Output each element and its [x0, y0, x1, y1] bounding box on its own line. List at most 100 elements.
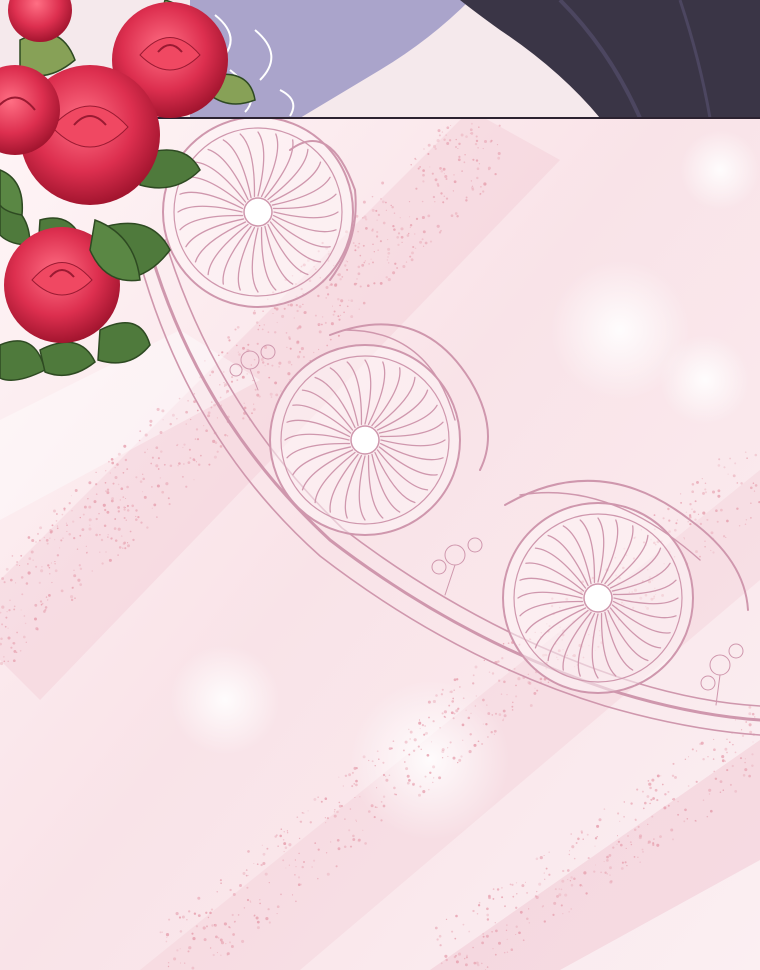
sparkle-dot: [515, 906, 518, 909]
sparkle-dot: [423, 733, 426, 736]
sparkle-dot: [95, 471, 97, 474]
sparkle-dot: [143, 495, 147, 499]
sparkle-dot: [205, 429, 208, 433]
sparkle-dot: [239, 884, 242, 887]
sparkle-dot: [486, 704, 488, 706]
sparkle-dot: [156, 484, 160, 488]
sparkle-dot: [350, 315, 354, 319]
sparkle-dot: [348, 829, 351, 832]
sparkle-dot: [47, 564, 50, 567]
sparkle-dot: [243, 907, 246, 909]
sparkle-dot: [571, 845, 575, 849]
sparkle-dot: [105, 470, 107, 472]
sparkle-dot: [617, 840, 621, 843]
sparkle-dot: [468, 930, 471, 933]
sparkle-dot: [569, 880, 572, 882]
sparkle-dot: [371, 195, 374, 198]
sparkle-dot: [600, 871, 602, 874]
sparkle-dot: [429, 166, 431, 168]
sparkle-dot: [482, 698, 485, 702]
sparkle-dot: [216, 952, 218, 954]
sparkle-dot: [294, 859, 297, 861]
sparkle-dot: [178, 462, 181, 465]
sparkle-dot: [633, 828, 637, 832]
sparkle-dot: [687, 756, 690, 758]
sparkle-dot: [744, 758, 746, 760]
sparkle-dot: [393, 228, 396, 231]
sparkle-dot: [303, 311, 307, 314]
sparkle-dot: [475, 139, 479, 143]
sparkle-dot: [488, 671, 491, 673]
sparkle-dot: [670, 828, 674, 832]
sparkle-dot: [664, 793, 667, 796]
sparkle-dot: [346, 268, 349, 271]
sparkle-dot: [1, 623, 4, 626]
sparkle-dot: [405, 261, 408, 263]
sparkle-dot: [494, 922, 496, 924]
sparkle-dot: [165, 933, 170, 937]
sparkle-dot: [543, 920, 546, 923]
sparkle-dot: [88, 518, 92, 522]
sparkle-dot: [442, 167, 446, 171]
sparkle-dot: [668, 530, 671, 533]
sparkle-dot: [414, 247, 417, 250]
sparkle-dot: [74, 597, 76, 599]
sparkle-dot: [477, 146, 479, 149]
sparkle-dot: [679, 493, 682, 495]
sparkle-dot: [656, 843, 660, 847]
sparkle-dot: [625, 847, 627, 849]
sparkle-dot: [422, 230, 426, 234]
sparkle-dot: [392, 224, 395, 228]
sparkle-dot: [150, 462, 153, 465]
sparkle-dot: [417, 745, 420, 748]
sparkle-dot: [38, 581, 41, 584]
sparkle-dot: [70, 495, 72, 497]
sparkle-dot: [196, 438, 200, 441]
sparkle-dot: [265, 917, 269, 921]
sparkle-dot: [701, 478, 703, 480]
sparkle-dot: [263, 324, 265, 326]
sparkle-dot: [325, 297, 328, 299]
sparkle-dot: [498, 941, 501, 945]
sparkle-dot: [723, 466, 726, 469]
sparkle-dot: [448, 704, 451, 707]
sparkle-dot: [338, 318, 341, 321]
sparkle-dot: [672, 838, 674, 841]
sparkle-dot: [708, 793, 711, 795]
sparkle-dot: [168, 503, 171, 506]
sparkle-dot: [552, 913, 555, 917]
sparkle-dot: [465, 199, 468, 202]
sparkle-dot: [268, 921, 271, 924]
sparkle-dot: [125, 519, 128, 521]
sparkle-dot: [689, 522, 692, 526]
sparkle-dot: [699, 555, 701, 558]
sparkle-dot: [750, 517, 752, 519]
sparkle-dot: [429, 240, 433, 243]
sparkle-dot: [714, 777, 718, 781]
sparkle-dot: [249, 900, 251, 902]
sparkle-dot: [79, 567, 83, 571]
sparkle-dot: [208, 463, 211, 466]
sparkle-dot: [454, 212, 458, 215]
sparkle-dot: [276, 913, 278, 915]
sparkle-dot: [582, 838, 584, 840]
sparkle-dot: [419, 240, 423, 244]
sparkle-dot: [535, 857, 539, 861]
sparkle-dot: [149, 424, 152, 427]
sparkle-dot: [16, 631, 18, 634]
sparkle-dot: [488, 894, 491, 898]
sparkle-dot: [4, 625, 7, 628]
sparkle-dot: [455, 146, 457, 148]
sparkle-dot: [736, 482, 739, 484]
sparkle-dot: [376, 806, 378, 809]
sparkle-dot: [374, 806, 377, 808]
sparkle-dot: [609, 880, 613, 884]
sparkle-dot: [370, 804, 374, 808]
sparkle-dot: [20, 576, 24, 579]
sparkle-dot: [355, 779, 358, 783]
sparkle-dot: [253, 358, 256, 361]
sparkle-dot: [216, 450, 219, 453]
sparkle-dot: [436, 139, 440, 143]
sparkle-dot: [474, 142, 478, 146]
sparkle-dot: [424, 241, 428, 245]
